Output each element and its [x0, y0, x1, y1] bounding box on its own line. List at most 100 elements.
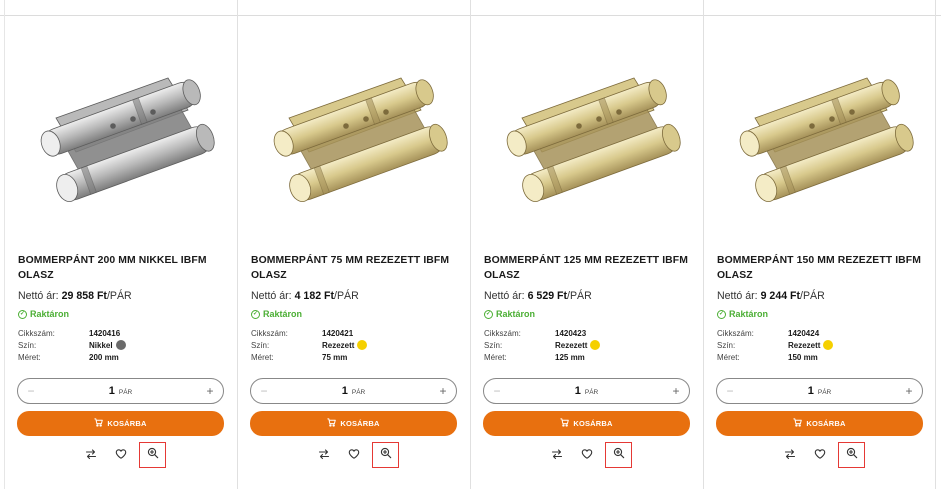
spec-value: 200 mm	[89, 352, 119, 362]
add-to-cart-button[interactable]: KOSÁRBA	[483, 411, 690, 436]
product-specs: Cikkszám: 1420421 Szín: Rezezett Méret: 75 …	[251, 327, 451, 363]
spec-value-color: Nikkel	[89, 340, 126, 350]
stock-label: Raktáron	[496, 309, 536, 319]
spec-label: Szín:	[251, 340, 270, 350]
price-unit: /PÁR	[106, 290, 132, 302]
spec-value: 125 mm	[555, 352, 585, 362]
product-image[interactable]	[251, 40, 458, 230]
spec-label: Méret:	[717, 352, 740, 362]
compare-arrows-icon	[318, 447, 330, 465]
add-to-cart-button[interactable]: KOSÁRBA	[17, 411, 224, 436]
product-image[interactable]	[18, 40, 225, 230]
price-value: 9 244 Ft	[760, 290, 801, 302]
quick-view-button[interactable]	[372, 442, 399, 468]
spec-label: Cikkszám:	[717, 328, 754, 338]
qty-plus-button[interactable]: +	[437, 384, 449, 398]
favorite-button[interactable]	[109, 444, 133, 468]
product-image[interactable]	[484, 40, 691, 230]
check-circle-icon: ✓	[484, 309, 493, 319]
spec-value: 1420421	[322, 328, 354, 338]
spec-row-size: Méret: 75 mm	[251, 351, 451, 363]
qty-display[interactable]: 1 PÁR	[575, 385, 599, 397]
product-image[interactable]	[717, 40, 924, 230]
stock-status: ✓ Raktáron	[18, 309, 69, 319]
favorite-button[interactable]	[342, 444, 366, 468]
spec-row-code: Cikkszám: 1420421	[251, 327, 451, 339]
spec-value: 150 mm	[788, 352, 818, 362]
spec-value: 1420424	[788, 328, 820, 338]
heart-icon	[115, 447, 127, 465]
heart-icon	[581, 447, 593, 465]
color-name: Nikkel	[89, 340, 113, 350]
product-actions	[5, 442, 238, 468]
favorite-button[interactable]	[575, 444, 599, 468]
product-title[interactable]: BOMMERPÁNT 150 MM REZEZETT IBFM OLASZ	[717, 254, 927, 283]
zoom-in-icon	[846, 446, 858, 464]
spec-row-code: Cikkszám: 1420423	[484, 327, 684, 339]
spec-row-size: Méret: 200 mm	[18, 351, 218, 363]
qty-minus-button[interactable]: −	[724, 384, 736, 398]
add-to-cart-button[interactable]: KOSÁRBA	[716, 411, 923, 436]
check-circle-icon: ✓	[717, 309, 726, 319]
quantity-stepper: − 1 PÁR +	[716, 378, 923, 404]
spec-value-color: Rezezett	[788, 340, 834, 350]
spec-row-color: Szín: Rezezett	[484, 339, 684, 351]
spec-label: Méret:	[18, 352, 41, 362]
quantity-stepper: − 1 PÁR +	[483, 378, 690, 404]
qty-unit: PÁR	[584, 389, 599, 396]
spec-value-color: Rezezett	[555, 340, 601, 350]
product-actions	[471, 442, 704, 468]
spec-row-size: Méret: 125 mm	[484, 351, 684, 363]
add-to-cart-button[interactable]: KOSÁRBA	[250, 411, 457, 436]
stock-label: Raktáron	[729, 309, 769, 319]
spec-label: Méret:	[484, 352, 507, 362]
compare-button[interactable]	[778, 444, 802, 468]
product-specs: Cikkszám: 1420424 Szín: Rezezett Méret: 150…	[717, 327, 917, 363]
spec-label: Cikkszám:	[484, 328, 521, 338]
quick-view-button[interactable]	[605, 442, 632, 468]
qty-display[interactable]: 1 PÁR	[109, 385, 133, 397]
qty-minus-button[interactable]: −	[25, 384, 37, 398]
product-price: Nettó ár: 4 182 Ft/PÁR	[251, 290, 359, 302]
color-swatch	[590, 340, 601, 350]
compare-button[interactable]	[545, 444, 569, 468]
qty-plus-button[interactable]: +	[204, 384, 216, 398]
product-title[interactable]: BOMMERPÁNT 125 MM REZEZETT IBFM OLASZ	[484, 254, 694, 283]
spec-row-color: Szín: Rezezett	[251, 339, 451, 351]
stock-status: ✓ Raktáron	[251, 309, 302, 319]
product-title[interactable]: BOMMERPÁNT 75 MM REZEZETT IBFM OLASZ	[251, 254, 461, 283]
qty-value: 1	[341, 385, 348, 397]
spec-value: 75 mm	[322, 352, 348, 362]
quantity-stepper: − 1 PÁR +	[250, 378, 457, 404]
cart-icon	[793, 418, 803, 429]
qty-minus-button[interactable]: −	[258, 384, 270, 398]
price-value: 4 182 Ft	[294, 290, 335, 302]
color-name: Rezezett	[555, 340, 588, 350]
color-swatch	[357, 340, 368, 350]
compare-button[interactable]	[79, 444, 103, 468]
cart-label: KOSÁRBA	[806, 419, 846, 428]
qty-plus-button[interactable]: +	[670, 384, 682, 398]
favorite-button[interactable]	[808, 444, 832, 468]
spec-value: 1420423	[555, 328, 587, 338]
stock-status: ✓ Raktáron	[717, 309, 768, 319]
qty-display[interactable]: 1 PÁR	[808, 385, 832, 397]
product-title[interactable]: BOMMERPÁNT 200 MM NIKKEL IBFM OLASZ	[18, 254, 228, 283]
qty-plus-button[interactable]: +	[903, 384, 915, 398]
spec-label: Szín:	[18, 340, 37, 350]
cart-label: KOSÁRBA	[573, 419, 613, 428]
cart-icon	[560, 418, 570, 429]
compare-button[interactable]	[312, 444, 336, 468]
quick-view-button[interactable]	[139, 442, 166, 468]
spec-row-color: Szín: Rezezett	[717, 339, 917, 351]
spec-row-size: Méret: 150 mm	[717, 351, 917, 363]
qty-minus-button[interactable]: −	[491, 384, 503, 398]
product-actions	[238, 442, 471, 468]
qty-unit: PÁR	[118, 389, 133, 396]
product-price: Nettó ár: 29 858 Ft/PÁR	[18, 290, 132, 302]
color-name: Rezezett	[788, 340, 821, 350]
spec-row-color: Szín: Nikkel	[18, 339, 218, 351]
qty-display[interactable]: 1 PÁR	[342, 385, 366, 397]
qty-value: 1	[574, 385, 581, 397]
quick-view-button[interactable]	[838, 442, 865, 468]
